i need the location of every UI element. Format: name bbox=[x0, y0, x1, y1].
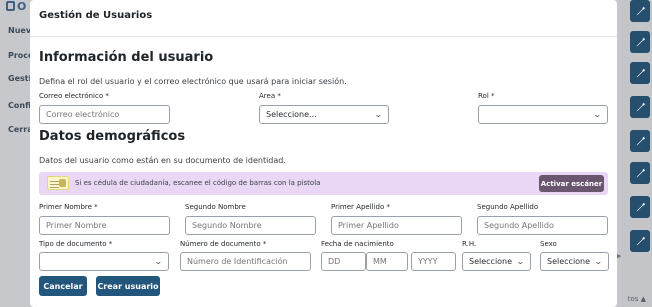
chevron-down-icon: ⌄ bbox=[516, 257, 526, 266]
rh-selected-value: Seleccione bbox=[469, 257, 513, 266]
user-info-description: Defina el rol del usuario y el correo el… bbox=[39, 77, 347, 86]
area-select[interactable]: Seleccione... ⌄ bbox=[259, 105, 389, 124]
activate-scanner-button[interactable]: Activar escáner bbox=[539, 175, 604, 192]
app-logo: O bbox=[6, 0, 26, 13]
nav-item-5: Cerra bbox=[8, 125, 33, 134]
pencil-icon bbox=[636, 168, 645, 177]
pencil-icon bbox=[636, 202, 645, 211]
tipo-documento-select[interactable]: ⌄ bbox=[39, 252, 169, 271]
background-footer: tos ▲ bbox=[627, 295, 646, 303]
create-user-button[interactable]: Crear usuario bbox=[96, 276, 160, 296]
segundo-apellido-input[interactable] bbox=[477, 216, 608, 235]
user-info-title: Información del usuario bbox=[39, 50, 214, 65]
user-management-modal: Gestión de Usuarios Información del usua… bbox=[30, 0, 617, 307]
rol-select[interactable]: ⌄ bbox=[478, 105, 608, 124]
email-input[interactable] bbox=[39, 105, 170, 124]
numero-documento-input[interactable] bbox=[180, 252, 311, 271]
modal-title: Gestión de Usuarios bbox=[39, 10, 153, 21]
primer-apellido-input[interactable] bbox=[331, 216, 462, 235]
pencil-icon bbox=[636, 102, 645, 111]
modal-header: Gestión de Usuarios bbox=[30, 0, 617, 37]
rol-label: Rol * bbox=[478, 92, 495, 100]
sexo-select[interactable]: Seleccione ⌄ bbox=[540, 252, 609, 271]
area-label: Area * bbox=[259, 92, 281, 100]
primer-nombre-input[interactable] bbox=[39, 216, 170, 235]
chevron-down-icon: ⌄ bbox=[593, 110, 603, 119]
demographics-title: Datos demográficos bbox=[39, 129, 186, 144]
edit-button bbox=[630, 230, 650, 252]
edit-button bbox=[630, 96, 650, 118]
scan-banner: Si es cédula de ciudadanía, escanee el c… bbox=[39, 172, 608, 195]
edit-button bbox=[630, 0, 650, 22]
edit-button bbox=[630, 62, 650, 84]
pencil-icon bbox=[636, 136, 645, 145]
scan-banner-text: Si es cédula de ciudadanía, escanee el c… bbox=[75, 179, 321, 187]
numero-documento-label: Número de documento * bbox=[180, 240, 267, 248]
sexo-label: Sexo bbox=[540, 240, 557, 248]
segundo-apellido-label: Segundo Apellido bbox=[477, 203, 539, 211]
sexo-selected-value: Seleccione bbox=[547, 257, 591, 266]
pencil-icon bbox=[636, 37, 645, 46]
birth-day-input[interactable] bbox=[321, 252, 366, 271]
id-card-icon bbox=[47, 176, 69, 190]
chevron-down-icon: ⌄ bbox=[594, 257, 604, 266]
pencil-icon bbox=[636, 236, 645, 245]
edit-button bbox=[630, 31, 650, 53]
cancel-button[interactable]: Cancelar bbox=[39, 276, 87, 296]
rh-select[interactable]: Seleccione ⌄ bbox=[462, 252, 531, 271]
email-label: Correo electrónico * bbox=[39, 92, 109, 100]
pencil-icon bbox=[636, 6, 645, 15]
logo-text: O bbox=[17, 0, 27, 13]
tipo-documento-label: Tipo de documento * bbox=[39, 240, 113, 248]
primer-nombre-label: Primer Nombre * bbox=[39, 203, 98, 211]
birth-year-input[interactable] bbox=[411, 252, 456, 271]
chevron-down-icon: ⌄ bbox=[374, 110, 384, 119]
pencil-icon bbox=[636, 68, 645, 77]
segundo-nombre-input[interactable] bbox=[185, 216, 316, 235]
edit-button bbox=[630, 196, 650, 218]
rh-label: R.H. bbox=[462, 240, 477, 248]
edit-button bbox=[630, 162, 650, 184]
primer-apellido-label: Primer Apellido * bbox=[331, 203, 390, 211]
edit-button bbox=[630, 130, 650, 152]
demographics-description: Datos del usuario como están en su docum… bbox=[39, 156, 286, 165]
area-selected-value: Seleccione... bbox=[266, 110, 317, 119]
logo-icon bbox=[6, 1, 15, 11]
segundo-nombre-label: Segundo Nombre bbox=[185, 203, 246, 211]
chevron-down-icon: ⌄ bbox=[154, 257, 164, 266]
nav-item-1: Nuev bbox=[8, 26, 32, 35]
fecha-nacimiento-label: Fecha de nacimiento bbox=[321, 240, 394, 248]
background-edit-column bbox=[620, 0, 652, 307]
birth-month-input[interactable] bbox=[366, 252, 408, 271]
